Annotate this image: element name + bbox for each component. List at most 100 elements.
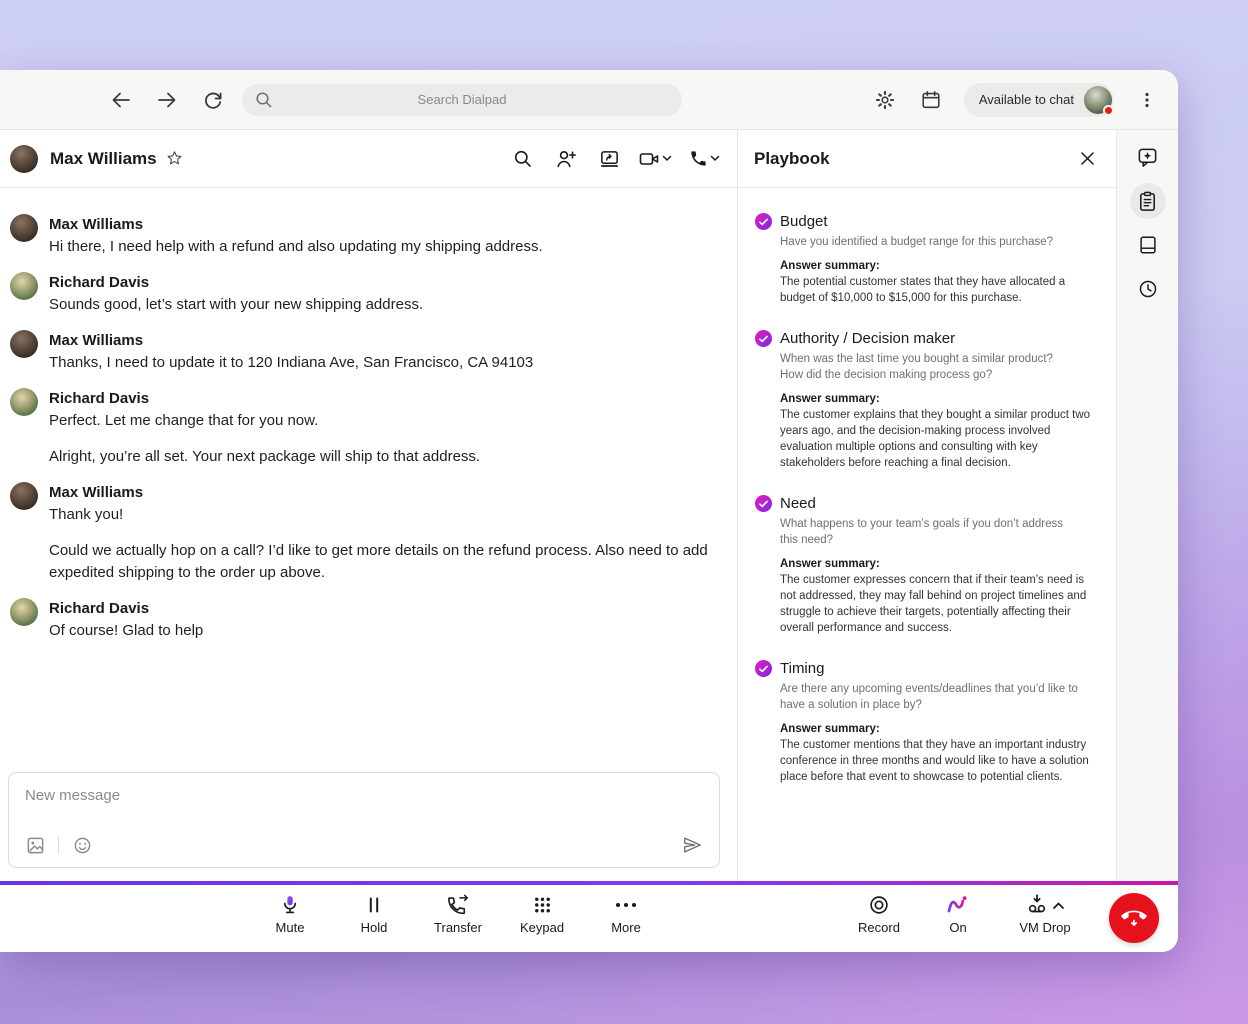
playbook-item: Need What happens to your team’s goals i…: [755, 494, 1116, 636]
playbook-clipboard-icon: [1136, 190, 1159, 213]
calendar-button[interactable]: [918, 87, 944, 113]
playbook-panel: Playbook Budget Have you identified a bu…: [737, 130, 1117, 881]
back-button[interactable]: [108, 87, 134, 113]
playbook-question: When was the last time you bought a simi…: [780, 351, 1080, 367]
vm-drop-button[interactable]: VM Drop: [1008, 893, 1082, 935]
arrow-left-icon: [110, 89, 132, 111]
check-circle-icon[interactable]: [755, 213, 772, 230]
avatar: [10, 330, 38, 358]
control-label: More: [611, 920, 641, 935]
playbook-item: Authority / Decision maker When was the …: [755, 329, 1116, 471]
send-button[interactable]: [681, 834, 703, 856]
favorite-button[interactable]: [165, 149, 185, 169]
gear-icon: [874, 89, 896, 111]
control-label: Mute: [276, 920, 305, 935]
chevron-down-icon: [710, 155, 720, 162]
answer-summary-label: Answer summary:: [780, 721, 1100, 737]
message-text: Perfect. Let me change that for you now.: [49, 410, 480, 432]
chevron-up-icon[interactable]: [1052, 901, 1065, 910]
top-bar: Available to chat: [0, 70, 1178, 130]
person-add-icon: [555, 149, 577, 169]
video-call-button[interactable]: [639, 146, 672, 172]
message-text: Hi there, I need help with a refund and …: [49, 236, 543, 258]
presence-dot: [1103, 105, 1114, 116]
message-sender: Max Williams: [49, 214, 543, 236]
video-camera-icon: [639, 150, 660, 168]
message-text: Thank you!: [49, 504, 709, 526]
emoji-button[interactable]: [72, 835, 92, 855]
answer-summary-label: Answer summary:: [780, 258, 1100, 274]
mute-button[interactable]: Mute: [259, 893, 321, 935]
message-text: Sounds good, let’s start with your new s…: [49, 294, 423, 316]
message-list[interactable]: Max Williams Hi there, I need help with …: [0, 188, 737, 642]
presence-status[interactable]: Available to chat: [964, 83, 1114, 117]
control-label: Transfer: [434, 920, 482, 935]
end-call-button[interactable]: [1109, 893, 1159, 943]
search-input[interactable]: [242, 84, 682, 116]
answer-summary-text: The customer expresses concern that if t…: [780, 572, 1100, 636]
status-label: Available to chat: [979, 92, 1074, 107]
call-button[interactable]: [689, 146, 720, 172]
message-input[interactable]: [9, 773, 719, 804]
record-icon: [868, 894, 890, 916]
phone-transfer-icon: [446, 893, 471, 917]
attach-image-button[interactable]: [25, 835, 45, 855]
image-icon: [26, 836, 45, 855]
keypad-button[interactable]: Keypad: [511, 893, 573, 935]
search-in-chat-button[interactable]: [510, 146, 536, 172]
avatar: [10, 388, 38, 416]
more-button[interactable]: More: [595, 893, 657, 935]
control-label: Record: [858, 920, 900, 935]
control-label: VM Drop: [1019, 920, 1070, 935]
search-icon: [255, 91, 273, 109]
divider: [58, 836, 59, 854]
playbook-question: Are there any upcoming events/deadlines …: [780, 681, 1080, 713]
message-composer[interactable]: [8, 772, 720, 868]
avatar: [10, 214, 38, 242]
check-circle-icon[interactable]: [755, 330, 772, 347]
playbook-item: Budget Have you identified a budget rang…: [755, 212, 1116, 306]
playbook-item-title: Need: [780, 494, 1100, 513]
control-label: Hold: [361, 920, 388, 935]
search-bar[interactable]: [242, 84, 682, 116]
sidebar-playbook-button[interactable]: [1130, 183, 1166, 219]
contact-avatar: [10, 145, 38, 173]
ai-logo-icon: [945, 893, 971, 917]
playbook-list[interactable]: Budget Have you identified a budget rang…: [738, 188, 1116, 808]
add-participant-button[interactable]: [553, 146, 579, 172]
playbook-item-title: Timing: [780, 659, 1100, 678]
playbook-question: What happens to your team’s goals if you…: [780, 516, 1080, 548]
refresh-button[interactable]: [200, 87, 226, 113]
ai-toggle-button[interactable]: On: [932, 893, 984, 935]
check-circle-icon[interactable]: [755, 660, 772, 677]
star-icon: [166, 150, 183, 167]
check-circle-icon[interactable]: [755, 495, 772, 512]
app-window: Available to chat Max Williams: [0, 70, 1178, 952]
playbook-item-title: Authority / Decision maker: [780, 329, 1100, 348]
playbook-question: Have you identified a budget range for t…: [780, 234, 1080, 250]
share-screen-button[interactable]: [596, 146, 622, 172]
overflow-menu-button[interactable]: [1134, 87, 1160, 113]
sidebar-notes-button[interactable]: [1130, 227, 1166, 263]
call-control-bar: Mute Hold Transf: [0, 881, 1178, 952]
search-icon: [513, 149, 533, 169]
sidebar-history-button[interactable]: [1130, 271, 1166, 307]
message-text: Of course! Glad to help: [49, 620, 203, 642]
close-playbook-button[interactable]: [1074, 146, 1100, 172]
forward-button[interactable]: [154, 87, 180, 113]
message: Richard Davis Sounds good, let’s start w…: [10, 272, 721, 316]
record-button[interactable]: Record: [850, 893, 908, 935]
playbook-item-title: Budget: [780, 212, 1100, 231]
message-sender: Richard Davis: [49, 272, 423, 294]
playbook-item: Timing Are there any upcoming events/dea…: [755, 659, 1116, 785]
playbook-title: Playbook: [754, 149, 830, 169]
chevron-down-icon: [662, 155, 672, 162]
message: Max Williams Thanks, I need to update it…: [10, 330, 721, 374]
settings-button[interactable]: [872, 87, 898, 113]
sidebar-ai-assistant-button[interactable]: [1130, 139, 1166, 175]
contact-name: Max Williams: [50, 149, 157, 169]
microphone-icon: [279, 894, 301, 917]
transfer-button[interactable]: Transfer: [427, 893, 489, 935]
hold-button[interactable]: Hold: [343, 893, 405, 935]
right-sidebar: [1117, 130, 1178, 881]
